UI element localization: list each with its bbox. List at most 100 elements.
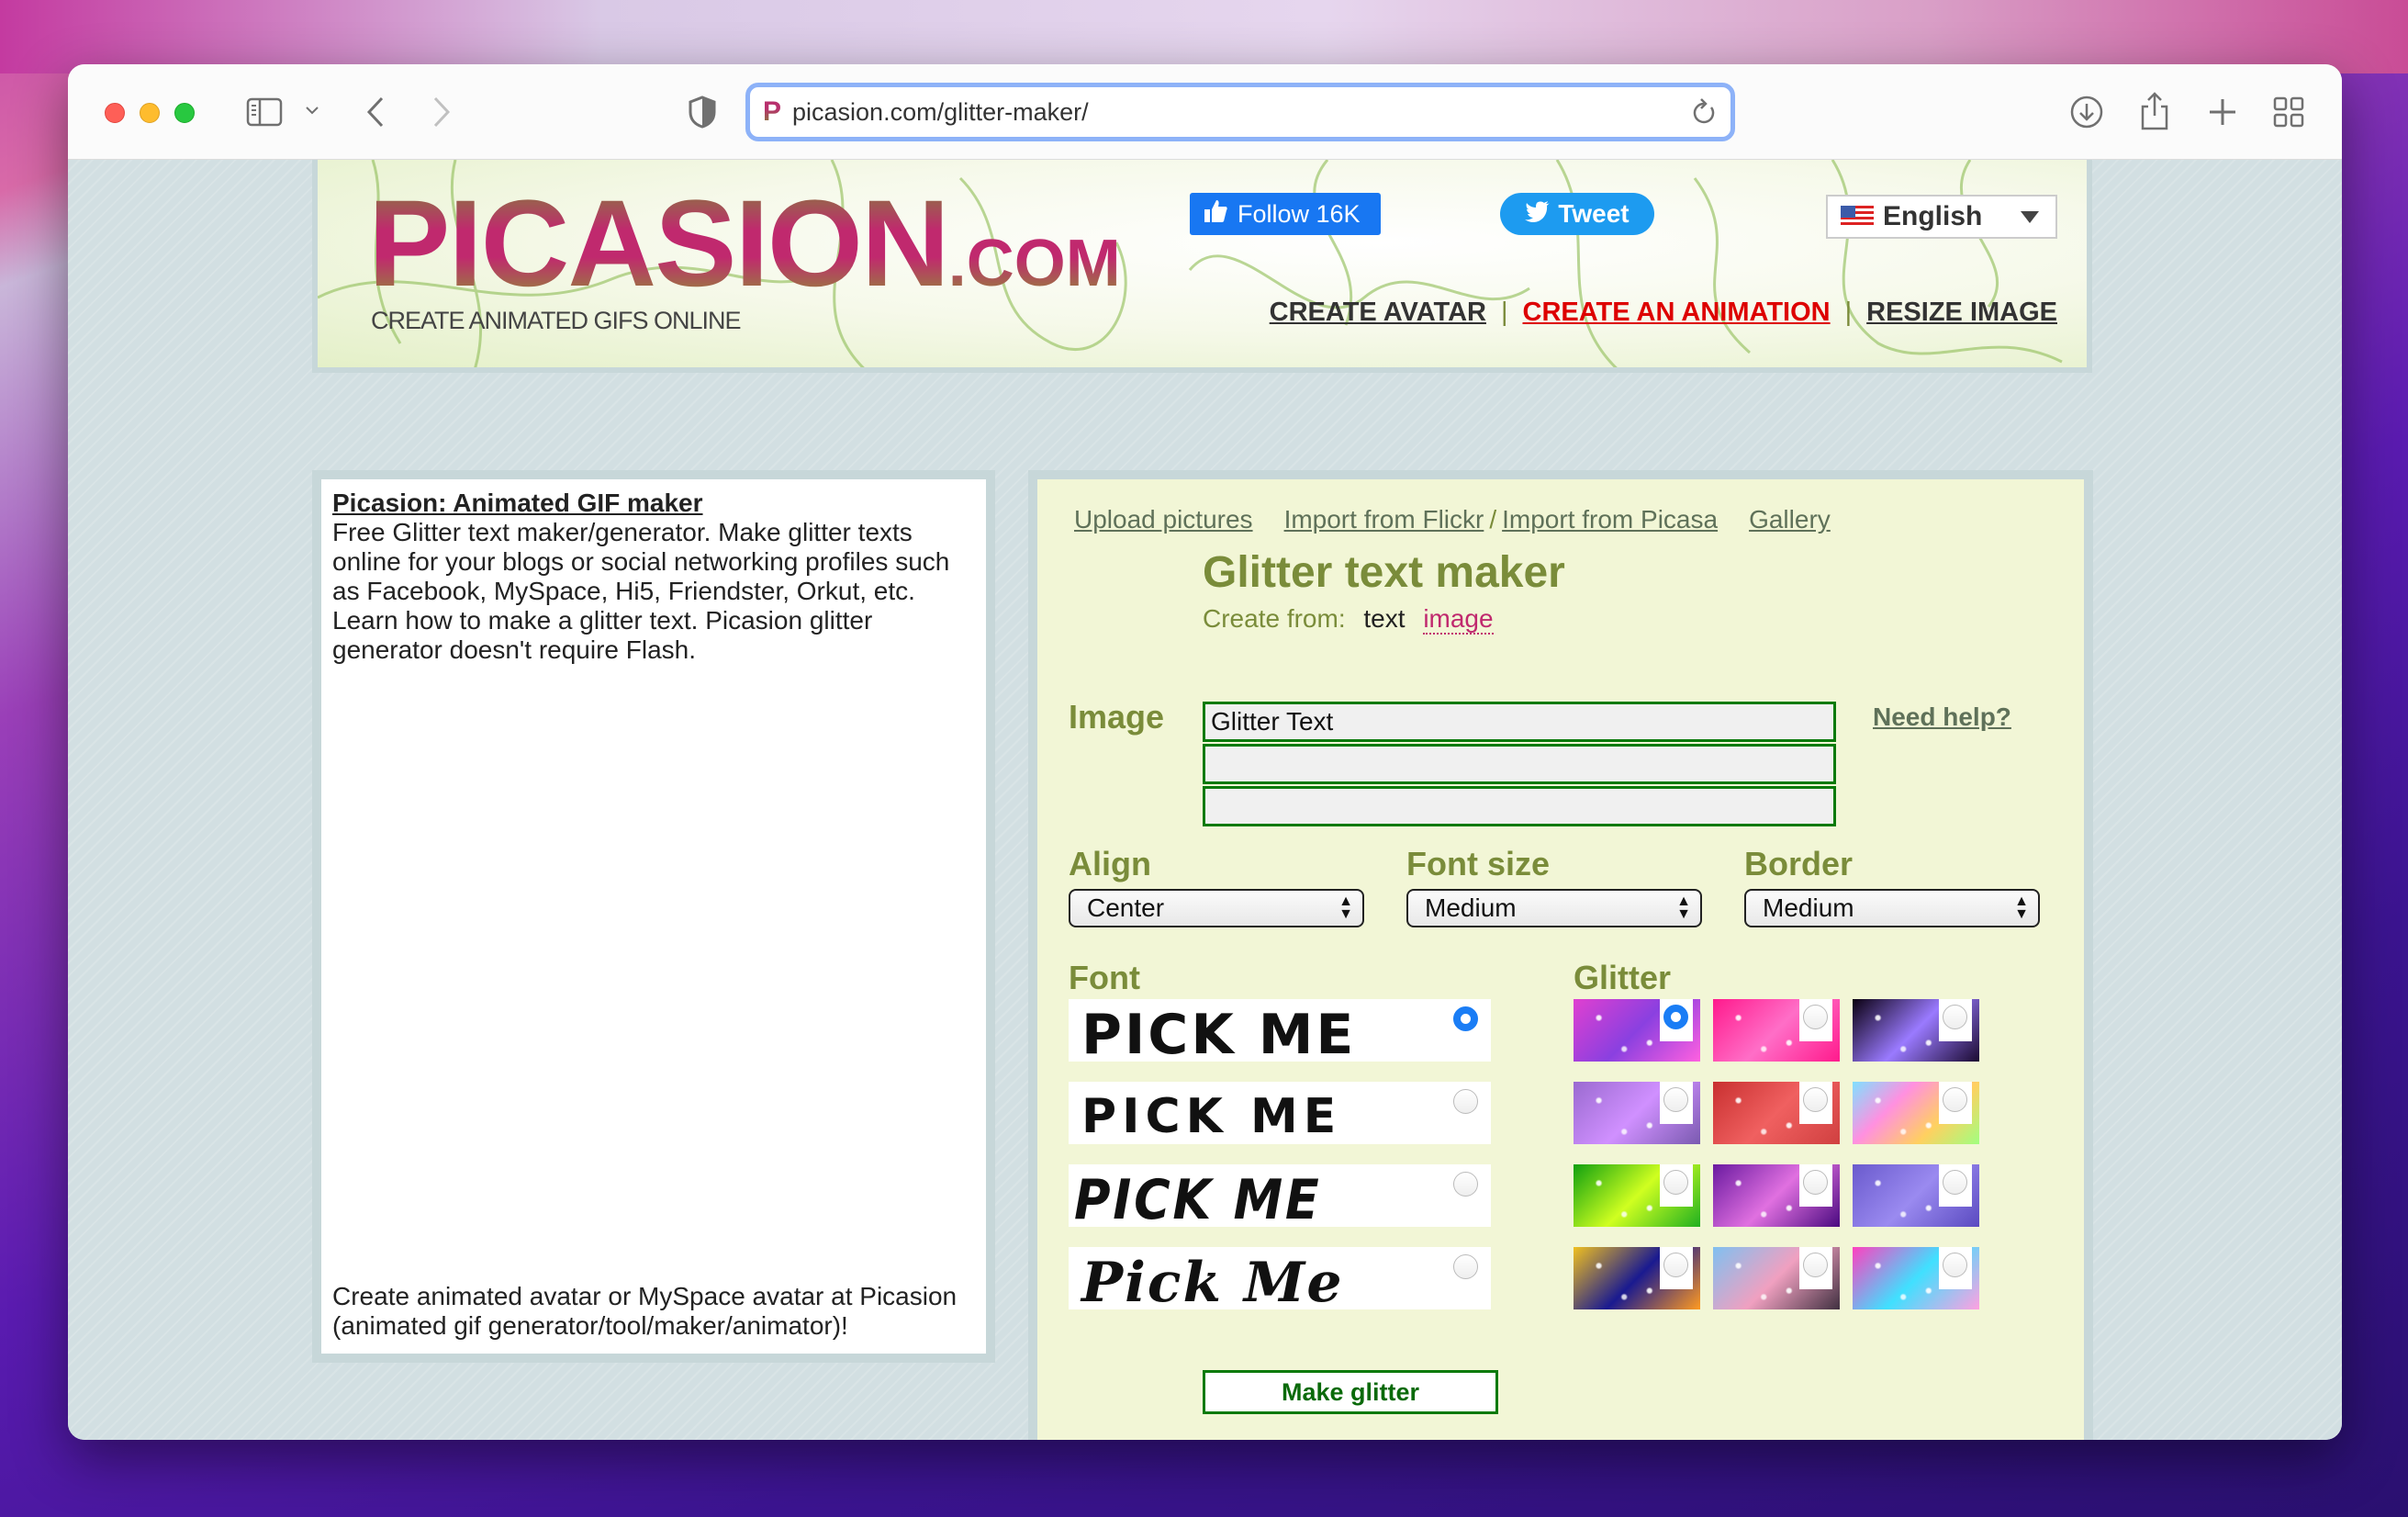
glitter-option-violet-stars[interactable] (1853, 1164, 1979, 1227)
glitter-option-hot-pink-grid[interactable] (1713, 999, 1840, 1062)
url-text[interactable]: picasion.com/glitter-maker/ (792, 98, 1089, 127)
font-option-1[interactable]: PICK ME (1069, 999, 1491, 1062)
font-sample: PICK ME (1074, 1168, 1322, 1227)
browser-window: P picasion.com/glitter-maker/ PICASION.C… (68, 64, 2342, 1440)
glitter-option-neon-burst[interactable] (1853, 1247, 1979, 1309)
sidebar-icon[interactable] (246, 97, 283, 127)
create-from-label: Create from: (1203, 604, 1346, 633)
nav-resize-image[interactable]: RESIZE IMAGE (1866, 298, 2057, 328)
glitter-radio[interactable] (1943, 1253, 1967, 1277)
align-label: Align (1069, 845, 1151, 882)
text-line-1-input[interactable]: Glitter Text (1203, 702, 1836, 742)
glitter-option-pink-purple-sparkle[interactable] (1574, 999, 1700, 1062)
glitter-option-green-sparkle[interactable] (1574, 1164, 1700, 1227)
page-title: Glitter text maker (1203, 548, 1565, 597)
border-select[interactable]: Medium ▲ ▼ (1744, 889, 2040, 927)
font-radio-3[interactable] (1453, 1172, 1478, 1197)
reload-icon[interactable] (1690, 96, 1718, 132)
desktop-wallpaper (0, 0, 2408, 73)
facebook-follow-label: Follow 16K (1238, 199, 1361, 228)
glitter-radio[interactable] (1943, 1005, 1967, 1029)
font-sample: PICK ME (1081, 1003, 1357, 1062)
sidebar-footer-text: Create animated avatar or MySpace avatar… (332, 1282, 958, 1340)
glitter-option-gold-blue-swirl[interactable] (1574, 1247, 1700, 1309)
twitter-bird-icon (1525, 199, 1551, 229)
glitter-radio[interactable] (1943, 1170, 1967, 1195)
font-radio-1[interactable] (1453, 1006, 1478, 1031)
create-from-image-link[interactable]: image (1423, 604, 1494, 635)
page-content: PICASION.COM CREATE ANIMATED GIFS ONLINE… (68, 160, 2342, 1440)
text-line-2-input[interactable] (1203, 744, 1836, 784)
font-radio-2[interactable] (1453, 1089, 1478, 1114)
glitter-radio[interactable] (1803, 1005, 1828, 1029)
glitter-radio[interactable] (1803, 1087, 1828, 1112)
glitter-option-pastel-pebbles[interactable] (1713, 1247, 1840, 1309)
make-glitter-button[interactable]: Make glitter (1203, 1370, 1498, 1414)
sidebar-description: Free Glitter text maker/generator. Make … (332, 518, 950, 664)
glitter-radio[interactable] (1663, 1087, 1688, 1112)
thumbs-up-icon (1203, 198, 1228, 230)
nav-separator: | (1844, 298, 1853, 327)
glitter-maker-panel: Upload pictures Import from Flickr / Imp… (1028, 470, 2093, 1440)
glitter-option-red-sparkle[interactable] (1713, 1082, 1840, 1144)
font-radio-4[interactable] (1453, 1254, 1478, 1279)
minimize-window-button[interactable] (140, 103, 160, 123)
border-value: Medium (1763, 893, 1854, 922)
link-separator: / (1489, 505, 1497, 534)
align-select[interactable]: Center ▲ ▼ (1069, 889, 1364, 927)
back-icon[interactable] (365, 96, 386, 129)
glitter-option-rainbow-squares[interactable] (1853, 1082, 1979, 1144)
tab-overview-icon[interactable] (2273, 96, 2304, 128)
sidebar-title-link[interactable]: Picasion: Animated GIF maker (332, 489, 975, 518)
import-picasa-link[interactable]: Import from Picasa (1502, 505, 1718, 534)
share-icon[interactable] (2139, 90, 2170, 132)
select-arrows-icon: ▲ ▼ (2014, 893, 2029, 922)
address-bar[interactable]: P picasion.com/glitter-maker/ (745, 83, 1735, 141)
glitter-radio[interactable] (1663, 1005, 1688, 1029)
text-line-3-input[interactable] (1203, 786, 1836, 826)
image-label: Image (1069, 698, 1165, 736)
language-value: English (1883, 201, 1983, 231)
align-value: Center (1087, 893, 1165, 922)
upload-pictures-link[interactable]: Upload pictures (1074, 505, 1253, 534)
glitter-option-purple-circles[interactable] (1713, 1164, 1840, 1227)
glitter-radio[interactable] (1803, 1170, 1828, 1195)
font-size-value: Medium (1425, 893, 1517, 922)
language-select[interactable]: English (1826, 195, 2057, 239)
nav-create-animation[interactable]: CREATE AN ANIMATION (1523, 298, 1831, 328)
glitter-radio[interactable] (1943, 1087, 1967, 1112)
site-tagline: CREATE ANIMATED GIFS ONLINE (371, 307, 742, 334)
glitter-radio[interactable] (1663, 1253, 1688, 1277)
nav-create-avatar[interactable]: CREATE AVATAR (1270, 298, 1486, 328)
facebook-follow-button[interactable]: Follow 16K (1190, 193, 1381, 235)
border-label: Border (1744, 845, 1854, 882)
font-size-select[interactable]: Medium ▲ ▼ (1406, 889, 1702, 927)
zoom-window-button[interactable] (174, 103, 195, 123)
glitter-radio[interactable] (1663, 1170, 1688, 1195)
font-sample: Pick Me (1081, 1251, 1344, 1309)
font-option-3[interactable]: PICK ME (1069, 1164, 1491, 1227)
glitter-radio[interactable] (1803, 1253, 1828, 1277)
forward-icon[interactable] (431, 96, 452, 129)
gallery-link[interactable]: Gallery (1749, 505, 1831, 534)
logo-main: PICASION (368, 175, 948, 312)
font-option-4[interactable]: Pick Me (1069, 1247, 1491, 1309)
chevron-down-icon[interactable] (305, 105, 319, 116)
need-help-link[interactable]: Need help? (1873, 702, 2011, 732)
download-icon[interactable] (2069, 95, 2104, 129)
glitter-option-lilac-stars[interactable] (1574, 1082, 1700, 1144)
create-from-text-option: text (1363, 604, 1406, 633)
tweet-button[interactable]: Tweet (1500, 193, 1654, 235)
nav-separator: | (1500, 298, 1508, 327)
glitter-option-black-purple-bubbles[interactable] (1853, 999, 1979, 1062)
select-arrows-icon: ▲ ▼ (1676, 893, 1691, 922)
close-window-button[interactable] (105, 103, 125, 123)
site-favicon: P (763, 96, 782, 127)
font-option-2[interactable]: PICK ME (1069, 1082, 1491, 1144)
shield-icon[interactable] (689, 96, 716, 129)
import-flickr-link[interactable]: Import from Flickr (1284, 505, 1484, 534)
site-logo[interactable]: PICASION.COM (368, 176, 1121, 311)
new-tab-icon[interactable] (2207, 96, 2238, 128)
font-size-label: Font size (1406, 845, 1551, 882)
browser-toolbar: P picasion.com/glitter-maker/ (68, 64, 2342, 160)
